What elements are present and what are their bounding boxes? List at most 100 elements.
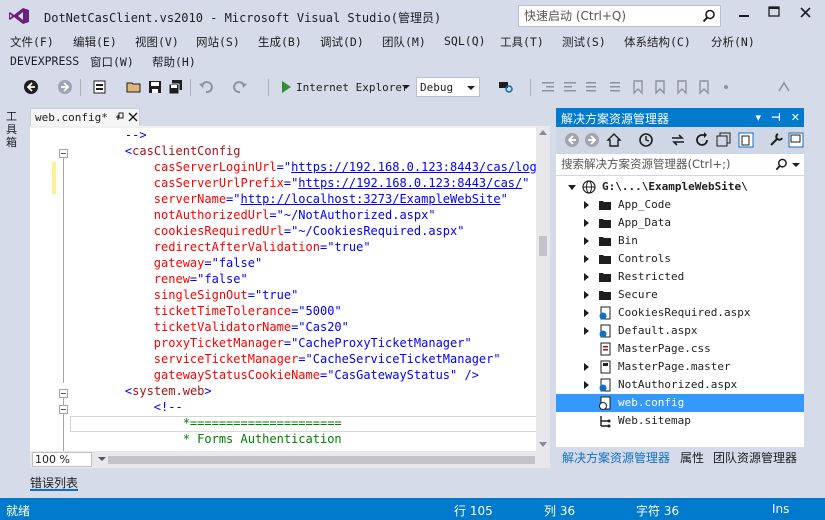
tree-item[interactable]: CookiesRequired.aspx bbox=[556, 304, 804, 322]
toolbox-label[interactable]: 工具箱 bbox=[6, 110, 20, 149]
sync-icon[interactable] bbox=[670, 132, 686, 148]
collapsed-arrow-icon[interactable] bbox=[584, 255, 589, 263]
back-icon[interactable] bbox=[23, 79, 39, 95]
quick-launch-input[interactable] bbox=[519, 6, 699, 26]
search-icon[interactable] bbox=[775, 158, 788, 171]
pin-icon[interactable] bbox=[115, 112, 125, 122]
prev-bookmark-icon[interactable] bbox=[652, 79, 668, 95]
collapsed-arrow-icon[interactable] bbox=[584, 291, 589, 299]
menu-help[interactable]: 帮助(H) bbox=[152, 54, 196, 70]
save-icon[interactable] bbox=[147, 79, 163, 95]
outdent-icon[interactable] bbox=[540, 79, 556, 95]
find-in-files-icon[interactable] bbox=[498, 79, 514, 95]
collapse-toggle[interactable] bbox=[59, 149, 68, 158]
solution-search-input[interactable] bbox=[556, 154, 781, 174]
collapsed-arrow-icon[interactable] bbox=[584, 237, 589, 245]
tab-web-config[interactable]: web.config* bbox=[30, 108, 140, 126]
indent-icon[interactable] bbox=[562, 79, 578, 95]
tree-item[interactable]: G:\...\ExampleWebSite\ bbox=[556, 178, 804, 196]
scroll-down-icon[interactable] bbox=[539, 442, 547, 447]
menu-view[interactable]: 视图(V) bbox=[135, 34, 179, 50]
back-icon[interactable] bbox=[564, 132, 580, 148]
close-icon[interactable] bbox=[792, 2, 820, 24]
scroll-up-icon[interactable] bbox=[539, 130, 547, 135]
collapsed-arrow-icon[interactable] bbox=[584, 309, 589, 317]
tree-item[interactable]: Web.sitemap bbox=[556, 412, 804, 430]
panel-menu-icon[interactable]: ▾ bbox=[756, 111, 762, 124]
scroll-thumb[interactable] bbox=[539, 236, 547, 256]
chevron-down-icon[interactable] bbox=[792, 162, 800, 168]
menu-test[interactable]: 测试(S) bbox=[562, 34, 606, 50]
menu-debug[interactable]: 调试(D) bbox=[320, 34, 364, 50]
show-all-files-icon[interactable] bbox=[738, 132, 754, 148]
zoom-dropdown[interactable]: 100 % bbox=[32, 452, 92, 467]
preview-icon[interactable] bbox=[788, 132, 804, 148]
tab-team-explorer[interactable]: 团队资源管理器 bbox=[713, 449, 797, 466]
configuration-dropdown[interactable]: Debug bbox=[416, 77, 480, 97]
tree-item[interactable]: App_Code bbox=[556, 196, 804, 214]
extension-icon[interactable] bbox=[776, 79, 792, 95]
collapsed-arrow-icon[interactable] bbox=[584, 327, 589, 335]
menu-architecture[interactable]: 体系结构(C) bbox=[624, 34, 691, 50]
tab-solution-explorer[interactable]: 解决方案资源管理器 bbox=[562, 449, 670, 466]
tree-item[interactable]: web.config bbox=[556, 394, 804, 412]
tree-item[interactable]: NotAuthorized.aspx bbox=[556, 376, 804, 394]
properties-icon[interactable] bbox=[768, 132, 784, 148]
more-tools-icon[interactable] bbox=[718, 79, 734, 95]
menu-team[interactable]: 团队(M) bbox=[382, 34, 426, 50]
tree-item[interactable]: Controls bbox=[556, 250, 804, 268]
collapse-all-icon[interactable] bbox=[716, 132, 732, 148]
comment-out-icon[interactable] bbox=[584, 79, 600, 95]
uncomment-icon[interactable] bbox=[606, 79, 622, 95]
collapse-toggle[interactable] bbox=[59, 389, 68, 398]
code-editor[interactable]: --> <casClientConfig casServerLoginUrl="… bbox=[30, 126, 550, 451]
forward-icon[interactable] bbox=[57, 79, 73, 95]
close-icon[interactable] bbox=[128, 112, 138, 122]
browser-selector[interactable]: Internet Explorer bbox=[296, 81, 409, 94]
clear-bookmarks-icon[interactable] bbox=[696, 79, 712, 95]
horizontal-scroll-thumb[interactable] bbox=[108, 456, 535, 464]
chevron-down-icon[interactable] bbox=[402, 83, 410, 91]
collapsed-arrow-icon[interactable] bbox=[584, 219, 589, 227]
chevron-down-icon[interactable] bbox=[467, 85, 475, 91]
redo-icon[interactable] bbox=[232, 79, 248, 95]
solution-search-box[interactable] bbox=[556, 154, 804, 176]
collapsed-arrow-icon[interactable] bbox=[584, 201, 589, 209]
tree-item[interactable]: App_Data bbox=[556, 214, 804, 232]
history-icon[interactable] bbox=[638, 132, 654, 148]
collapse-toggle[interactable] bbox=[59, 405, 68, 414]
start-debugging-icon[interactable] bbox=[278, 79, 294, 95]
search-icon[interactable] bbox=[702, 9, 716, 23]
menu-file[interactable]: 文件(F) bbox=[10, 34, 54, 50]
new-project-icon[interactable] bbox=[92, 79, 108, 95]
menu-analyze[interactable]: 分析(N) bbox=[711, 34, 755, 50]
collapsed-arrow-icon[interactable] bbox=[584, 363, 589, 371]
tree-item[interactable]: MasterPage.css bbox=[556, 340, 804, 358]
tree-item[interactable]: MasterPage.master bbox=[556, 358, 804, 376]
pin-icon[interactable]: ⊣ bbox=[771, 111, 781, 124]
tree-item[interactable]: Bin bbox=[556, 232, 804, 250]
refresh-icon[interactable] bbox=[694, 132, 710, 148]
menu-window[interactable]: 窗口(W) bbox=[90, 54, 134, 70]
tree-item[interactable]: Default.aspx bbox=[556, 322, 804, 340]
open-file-icon[interactable] bbox=[126, 79, 142, 95]
menu-devexpress[interactable]: DEVEXPRESS bbox=[10, 54, 79, 68]
menu-sql[interactable]: SQL(Q) bbox=[444, 34, 486, 48]
next-bookmark-icon[interactable] bbox=[674, 79, 690, 95]
expanded-arrow-icon[interactable] bbox=[568, 185, 576, 190]
minimize-icon[interactable] bbox=[730, 2, 758, 24]
toolbox-strip[interactable]: 工具箱 bbox=[0, 104, 26, 468]
maximize-icon[interactable] bbox=[760, 2, 788, 24]
collapsed-arrow-icon[interactable] bbox=[584, 381, 589, 389]
editor-vertical-scrollbar[interactable] bbox=[536, 126, 550, 451]
tree-item[interactable]: Restricted bbox=[556, 268, 804, 286]
collapsed-arrow-icon[interactable] bbox=[584, 273, 589, 281]
home-icon[interactable] bbox=[606, 132, 622, 148]
forward-icon[interactable] bbox=[584, 132, 600, 148]
tree-item[interactable]: Secure bbox=[556, 286, 804, 304]
undo-icon[interactable] bbox=[198, 79, 214, 95]
bookmark-icon[interactable] bbox=[630, 79, 646, 95]
menu-edit[interactable]: 编辑(E) bbox=[73, 34, 117, 50]
menu-tools[interactable]: 工具(T) bbox=[500, 34, 544, 50]
quick-launch-box[interactable] bbox=[518, 5, 721, 27]
